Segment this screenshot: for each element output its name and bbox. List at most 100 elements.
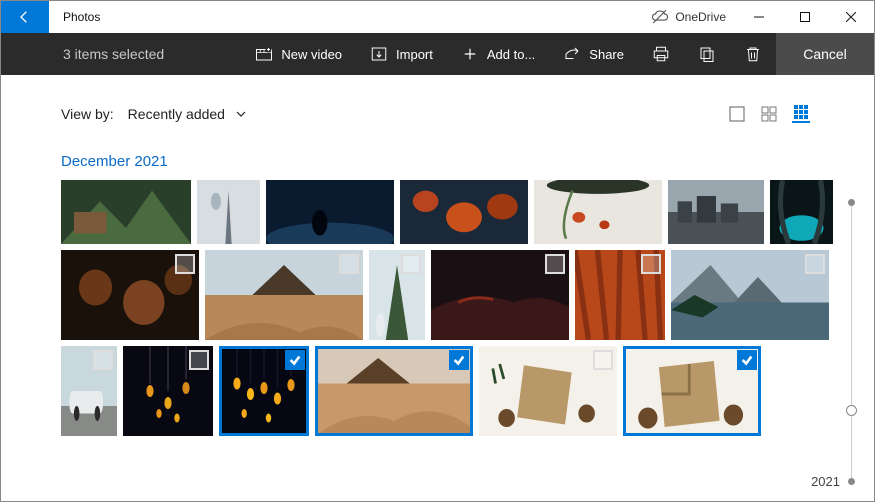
photo-row — [61, 180, 838, 244]
photo-icon — [61, 180, 191, 244]
selection-count: 3 items selected — [1, 46, 191, 62]
photo-row — [61, 346, 838, 436]
photo-thumb[interactable] — [671, 250, 829, 340]
checkbox[interactable] — [641, 254, 661, 274]
add-to-label: Add to... — [487, 47, 535, 62]
checkbox[interactable] — [401, 254, 421, 274]
checkbox[interactable] — [545, 254, 565, 274]
cloud-off-icon — [651, 8, 669, 26]
photo-thumb[interactable] — [668, 180, 764, 244]
checkbox[interactable] — [175, 254, 195, 274]
maximize-button[interactable] — [782, 1, 828, 33]
cancel-button[interactable]: Cancel — [776, 33, 874, 75]
check-icon — [740, 353, 754, 367]
timeline-handle[interactable] — [846, 405, 857, 416]
back-button[interactable] — [1, 1, 49, 33]
viewby-value: Recently added — [128, 106, 225, 122]
grid3-icon — [793, 104, 809, 120]
photo-thumb[interactable] — [61, 180, 191, 244]
photo-icon — [197, 180, 260, 244]
close-button[interactable] — [828, 1, 874, 33]
checkbox-checked[interactable] — [737, 350, 757, 370]
viewmode-single[interactable] — [728, 105, 746, 123]
timeline-track — [851, 205, 852, 479]
timeline-year: 2021 — [811, 474, 840, 489]
checkbox[interactable] — [189, 350, 209, 370]
share-label: Share — [589, 47, 624, 62]
maximize-icon — [800, 12, 810, 22]
photo-thumb[interactable] — [205, 250, 363, 340]
plus-icon — [461, 45, 479, 63]
cancel-label: Cancel — [803, 46, 847, 62]
new-video-button[interactable]: New video — [241, 33, 356, 75]
new-video-label: New video — [281, 47, 342, 62]
photo-thumb[interactable] — [123, 346, 213, 436]
photo-thumb[interactable] — [369, 250, 425, 340]
checkbox-checked[interactable] — [449, 350, 469, 370]
photo-thumb[interactable] — [623, 346, 761, 436]
photo-thumb[interactable] — [400, 180, 528, 244]
share-icon — [563, 45, 581, 63]
delete-button[interactable] — [730, 33, 776, 75]
checkbox[interactable] — [93, 350, 113, 370]
photo-icon — [668, 180, 764, 244]
onedrive-label: OneDrive — [675, 10, 726, 24]
photo-thumb[interactable] — [479, 346, 617, 436]
viewmode-grid3[interactable] — [792, 105, 810, 123]
timeline-scroll[interactable]: 2021 — [842, 199, 862, 485]
close-icon — [846, 12, 856, 22]
photo-thumb[interactable] — [219, 346, 309, 436]
viewby-row: View by: Recently added — [61, 105, 838, 123]
app-title: Photos — [49, 10, 100, 24]
photo-thumb[interactable] — [315, 346, 473, 436]
timeline-enddot — [848, 199, 855, 206]
photo-thumb[interactable] — [197, 180, 260, 244]
copy-button[interactable] — [684, 33, 730, 75]
print-button[interactable] — [638, 33, 684, 75]
titlebar: Photos OneDrive — [1, 1, 874, 33]
import-icon — [370, 45, 388, 63]
content-area: View by: Recently added December 2021 — [1, 75, 838, 501]
photo-icon — [770, 180, 833, 244]
add-to-button[interactable]: Add to... — [447, 33, 549, 75]
photo-thumb[interactable] — [61, 250, 199, 340]
photo-icon — [534, 180, 662, 244]
viewby-dropdown[interactable]: Recently added — [128, 106, 247, 122]
viewby-label: View by: — [61, 106, 114, 122]
share-button[interactable]: Share — [549, 33, 638, 75]
check-icon — [288, 353, 302, 367]
checkbox[interactable] — [339, 254, 359, 274]
view-modes — [728, 105, 838, 123]
date-heading[interactable]: December 2021 — [61, 153, 838, 170]
arrow-left-icon — [17, 9, 33, 25]
photo-thumb[interactable] — [534, 180, 662, 244]
command-bar: 3 items selected New video Import Add to… — [1, 33, 874, 75]
checkbox[interactable] — [593, 350, 613, 370]
onedrive-status[interactable]: OneDrive — [651, 8, 736, 26]
copy-icon — [698, 45, 716, 63]
photo-icon — [400, 180, 528, 244]
photo-thumb[interactable] — [266, 180, 394, 244]
trash-icon — [744, 45, 762, 63]
photo-thumb[interactable] — [431, 250, 569, 340]
import-label: Import — [396, 47, 433, 62]
check-icon — [452, 353, 466, 367]
print-icon — [652, 45, 670, 63]
square-icon — [729, 106, 745, 122]
chevron-down-icon — [235, 108, 247, 120]
grid2-icon — [761, 106, 777, 122]
photo-thumb[interactable] — [575, 250, 665, 340]
timeline-enddot — [848, 478, 855, 485]
checkbox-checked[interactable] — [285, 350, 305, 370]
window-controls — [736, 1, 874, 33]
photo-thumb[interactable] — [61, 346, 117, 436]
viewmode-grid2[interactable] — [760, 105, 778, 123]
new-video-icon — [255, 45, 273, 63]
photo-thumb[interactable] — [770, 180, 833, 244]
import-button[interactable]: Import — [356, 33, 447, 75]
minimize-icon — [754, 12, 764, 22]
photo-icon — [266, 180, 394, 244]
checkbox[interactable] — [805, 254, 825, 274]
photo-row — [61, 250, 838, 340]
minimize-button[interactable] — [736, 1, 782, 33]
